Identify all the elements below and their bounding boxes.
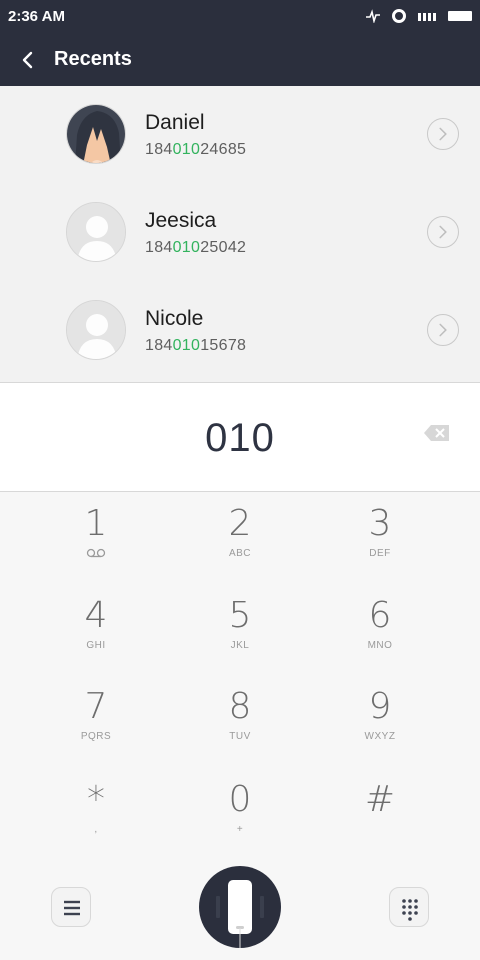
dialpad-icon — [402, 899, 418, 921]
contact-item[interactable]: Daniel 18401024685 — [0, 86, 480, 184]
number-match: 010 — [172, 141, 201, 158]
key-letters — [21, 548, 171, 562]
app-bar: Recents — [0, 34, 480, 86]
key-digit: 8 — [228, 686, 252, 727]
key-letters: , — [94, 824, 98, 835]
call-button[interactable] — [199, 866, 281, 948]
contact-name: Nicole — [145, 307, 204, 330]
key-digit: 3 — [368, 503, 392, 544]
key-6[interactable]: 6 MNO — [305, 584, 455, 674]
key-digit: * — [87, 779, 105, 820]
contact-name: Jeesica — [145, 209, 217, 232]
signal-icon — [418, 11, 436, 21]
contact-item[interactable]: Nicole 18401015678 — [0, 282, 480, 380]
key-0[interactable]: 0 + — [165, 768, 315, 858]
dialed-number[interactable]: 010 — [0, 416, 480, 461]
key-letters — [305, 824, 455, 838]
key-letters: WXYZ — [364, 731, 396, 742]
key-digit: 4 — [84, 595, 108, 636]
key-3[interactable]: 3 DEF — [305, 492, 455, 582]
contact-number: 18401015678 — [145, 337, 247, 354]
avatar-photo-icon — [67, 105, 125, 163]
status-time: 2:36 AM — [8, 8, 65, 25]
key-letters: MNO — [367, 640, 393, 651]
page-title: Recents — [54, 48, 132, 70]
avatar — [66, 104, 126, 164]
backspace-icon[interactable] — [423, 423, 451, 443]
contact-number: 18401025042 — [145, 239, 247, 256]
key-letters: TUV — [229, 731, 251, 742]
key-1[interactable]: 1 — [21, 492, 171, 582]
back-arrow-icon[interactable] — [14, 46, 42, 74]
avatar — [66, 300, 126, 360]
key-4[interactable]: 4 GHI — [21, 584, 171, 674]
details-arrow-icon[interactable] — [427, 314, 459, 346]
key-digit: 6 — [368, 595, 392, 636]
avatar — [66, 202, 126, 262]
key-digit: 9 — [368, 686, 392, 727]
status-bar: 2:36 AM — [0, 0, 480, 34]
key-digit: # — [364, 779, 396, 820]
status-icons — [366, 9, 472, 23]
key-digit: 7 — [84, 686, 108, 727]
key-digit: 1 — [84, 503, 108, 544]
key-letters: + — [236, 824, 244, 835]
key-letters: GHI — [86, 640, 106, 651]
details-arrow-icon[interactable] — [427, 216, 459, 248]
menu-button[interactable] — [51, 887, 91, 927]
key-5[interactable]: 5 JKL — [165, 584, 315, 674]
key-digit: 5 — [228, 595, 252, 636]
keypad-toggle-button[interactable] — [389, 887, 429, 927]
voicemail-icon — [86, 548, 106, 558]
dial-keypad: 1 2 ABC 3 DEF 4 GHI 5 JKL 6 MNO 7 PQRS 8… — [0, 492, 480, 862]
key-7[interactable]: 7 PQRS — [21, 675, 171, 765]
contact-number: 18401024685 — [145, 141, 247, 158]
person-placeholder-icon — [67, 203, 125, 261]
details-arrow-icon[interactable] — [427, 118, 459, 150]
key-2[interactable]: 2 ABC — [165, 492, 315, 582]
contact-list: Daniel 18401024685 Jeesica 18401025042 N… — [0, 86, 480, 382]
phone-icon — [216, 880, 264, 948]
person-placeholder-icon — [67, 301, 125, 359]
key-digit: 2 — [228, 503, 252, 544]
number-match: 010 — [172, 337, 201, 354]
activity-icon — [366, 9, 380, 23]
key-hash[interactable]: # — [305, 768, 455, 858]
key-8[interactable]: 8 TUV — [165, 675, 315, 765]
battery-icon — [448, 11, 472, 21]
key-9[interactable]: 9 WXYZ — [305, 675, 455, 765]
key-digit: 0 — [228, 779, 252, 820]
contact-name: Daniel — [145, 111, 205, 134]
key-star[interactable]: * , — [21, 768, 171, 858]
contact-item[interactable]: Jeesica 18401025042 — [0, 184, 480, 282]
key-letters: JKL — [230, 640, 250, 651]
bottom-bar — [0, 862, 480, 960]
key-letters: DEF — [369, 548, 391, 559]
dial-input-area: 010 — [0, 382, 480, 492]
hamburger-menu-icon — [64, 900, 80, 916]
number-match: 010 — [172, 239, 201, 256]
sync-icon — [392, 9, 406, 23]
key-letters: ABC — [228, 548, 252, 559]
key-letters: PQRS — [80, 731, 112, 742]
